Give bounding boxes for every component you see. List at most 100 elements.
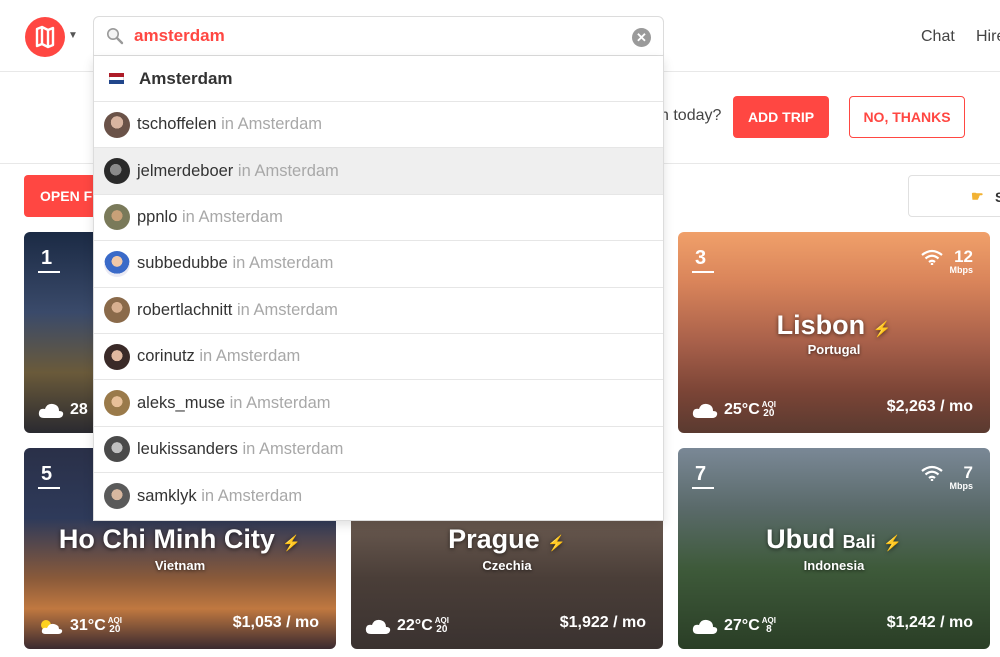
cloud-icon [365, 619, 391, 634]
user-city: Amsterdam [217, 486, 303, 505]
suggestion-user[interactable]: ppnlo in Amsterdam [94, 195, 663, 242]
clear-search-icon[interactable]: ✕ [632, 28, 651, 47]
monthly-cost: $1,242 / mo [886, 614, 973, 631]
nav-chat[interactable]: Chat [921, 28, 955, 46]
suggestion-user[interactable]: leukissanders in Amsterdam [94, 427, 663, 474]
monthly-cost: $1,053 / mo [232, 614, 319, 631]
wifi-speed: 12 Mbps [921, 247, 974, 275]
aqi-badge: AQI 20 [434, 616, 449, 635]
user-city: Amsterdam [248, 254, 334, 273]
search-box: ✕ [93, 16, 664, 56]
bolt-icon: ⚡ [282, 535, 302, 552]
weather-info: 27°C AQI 8 [692, 617, 776, 635]
rank-underline [692, 487, 714, 489]
user-city: Amsterdam [198, 207, 283, 226]
user-city: Amsterdam [259, 439, 344, 458]
pointing-hand-icon: ☛ [971, 188, 984, 204]
city-card-lisbon[interactable]: 3 12 Mbps Lisbon ⚡ Portugal 25°C AQI 20 $… [678, 232, 990, 433]
username: robertlachnitt [137, 300, 233, 319]
avatar [104, 343, 130, 370]
cloud-icon [38, 403, 64, 418]
bolt-icon: ⚡ [547, 535, 566, 552]
rank-number: 5 [41, 463, 53, 485]
chevron-down-icon[interactable]: ▼ [68, 30, 78, 41]
rank-underline [38, 487, 60, 489]
temperature: 25°C [724, 401, 760, 418]
weather-info: 31°C AQI 20 [38, 617, 122, 635]
user-city: Amsterdam [215, 347, 301, 366]
wifi-icon [921, 249, 943, 265]
map-logo-icon [35, 25, 55, 49]
city-card-ubud[interactable]: 7 7 Mbps Ubud Bali ⚡ Indonesia 27°C AQI 8… [678, 448, 990, 649]
wifi-value: 7 [963, 463, 973, 482]
user-city: Amsterdam [246, 393, 331, 412]
suggestion-city[interactable]: Amsterdam [94, 56, 663, 102]
rank-number: 1 [41, 247, 53, 269]
username: samklyk [137, 486, 197, 505]
suggestion-user[interactable]: tschoffelen in Amsterdam [94, 102, 663, 149]
sort-button[interactable]: ☛ S [908, 175, 1000, 217]
user-city: Amsterdam [254, 161, 339, 180]
search-suggestions: Amsterdam tschoffelen in Amsterdam jelme… [93, 56, 664, 521]
suggestion-city-name: Amsterdam [139, 68, 233, 88]
country-name: Vietnam [154, 558, 206, 573]
avatar [104, 158, 130, 185]
username: ppnlo [137, 207, 178, 226]
sort-label: S [995, 189, 1000, 205]
search-icon [107, 28, 124, 45]
avatar [104, 204, 130, 231]
nav-hire[interactable]: Hire [976, 28, 1000, 46]
sun-cloud-icon [41, 620, 63, 634]
city-name: Lisbon ⚡ [776, 310, 892, 340]
no-thanks-button[interactable]: NO, THANKS [849, 96, 965, 138]
username: aleks_muse [137, 393, 226, 412]
banner-question: n today? [660, 107, 722, 124]
suggestion-user[interactable]: corinutz in Amsterdam [94, 334, 663, 381]
avatar [104, 483, 130, 510]
avatar [104, 111, 130, 138]
user-city: Amsterdam [237, 115, 322, 134]
avatar [104, 436, 130, 463]
username: subbedubbe [137, 254, 228, 273]
suggestion-user[interactable]: robertlachnitt in Amsterdam [94, 288, 663, 334]
wifi-icon [921, 465, 943, 481]
suggestion-user[interactable]: samklyk in Amsterdam [94, 473, 663, 519]
country-name: Portugal [807, 342, 861, 357]
username: jelmerdeboer [137, 161, 234, 180]
weather-info: 28 [38, 401, 88, 419]
rank-number: 7 [695, 463, 707, 485]
temperature: 31°C [70, 617, 106, 634]
temperature: 28 [70, 401, 88, 418]
rank-underline [38, 271, 60, 273]
avatar [104, 390, 130, 417]
temperature: 22°C [397, 617, 433, 634]
weather-info: 25°C AQI 20 [692, 401, 776, 419]
temperature: 27°C [724, 617, 760, 634]
aqi-badge: AQI 8 [761, 616, 776, 635]
username: corinutz [137, 347, 195, 366]
suggestion-user[interactable]: subbedubbe in Amsterdam [94, 241, 663, 288]
search-input[interactable] [134, 23, 614, 49]
country-name: Czechia [482, 558, 532, 573]
add-trip-button[interactable]: ADD TRIP [733, 96, 829, 138]
country-name: Indonesia [803, 558, 865, 573]
bolt-icon: ⚡ [872, 321, 892, 338]
aqi-badge: AQI 20 [107, 616, 122, 635]
avatar [104, 250, 130, 277]
nomad-logo[interactable] [25, 17, 65, 57]
rank-number: 3 [695, 247, 707, 269]
username: leukissanders [137, 439, 238, 458]
avatar [104, 297, 130, 324]
aqi-badge: AQI 20 [761, 400, 776, 419]
cloud-icon [692, 619, 718, 634]
wifi-unit: Mbps [949, 481, 974, 491]
wifi-unit: Mbps [949, 265, 974, 275]
wifi-value: 12 [954, 247, 973, 266]
netherlands-flag-icon [109, 73, 124, 84]
suggestion-user[interactable]: jelmerdeboer in Amsterdam [94, 148, 663, 195]
suggestion-user[interactable]: aleks_muse in Amsterdam [94, 380, 663, 427]
city-name: Ho Chi Minh City ⚡ [58, 524, 302, 554]
city-name: Ubud Bali ⚡ [766, 524, 902, 554]
cloud-icon [692, 403, 718, 418]
username: tschoffelen [137, 115, 217, 134]
